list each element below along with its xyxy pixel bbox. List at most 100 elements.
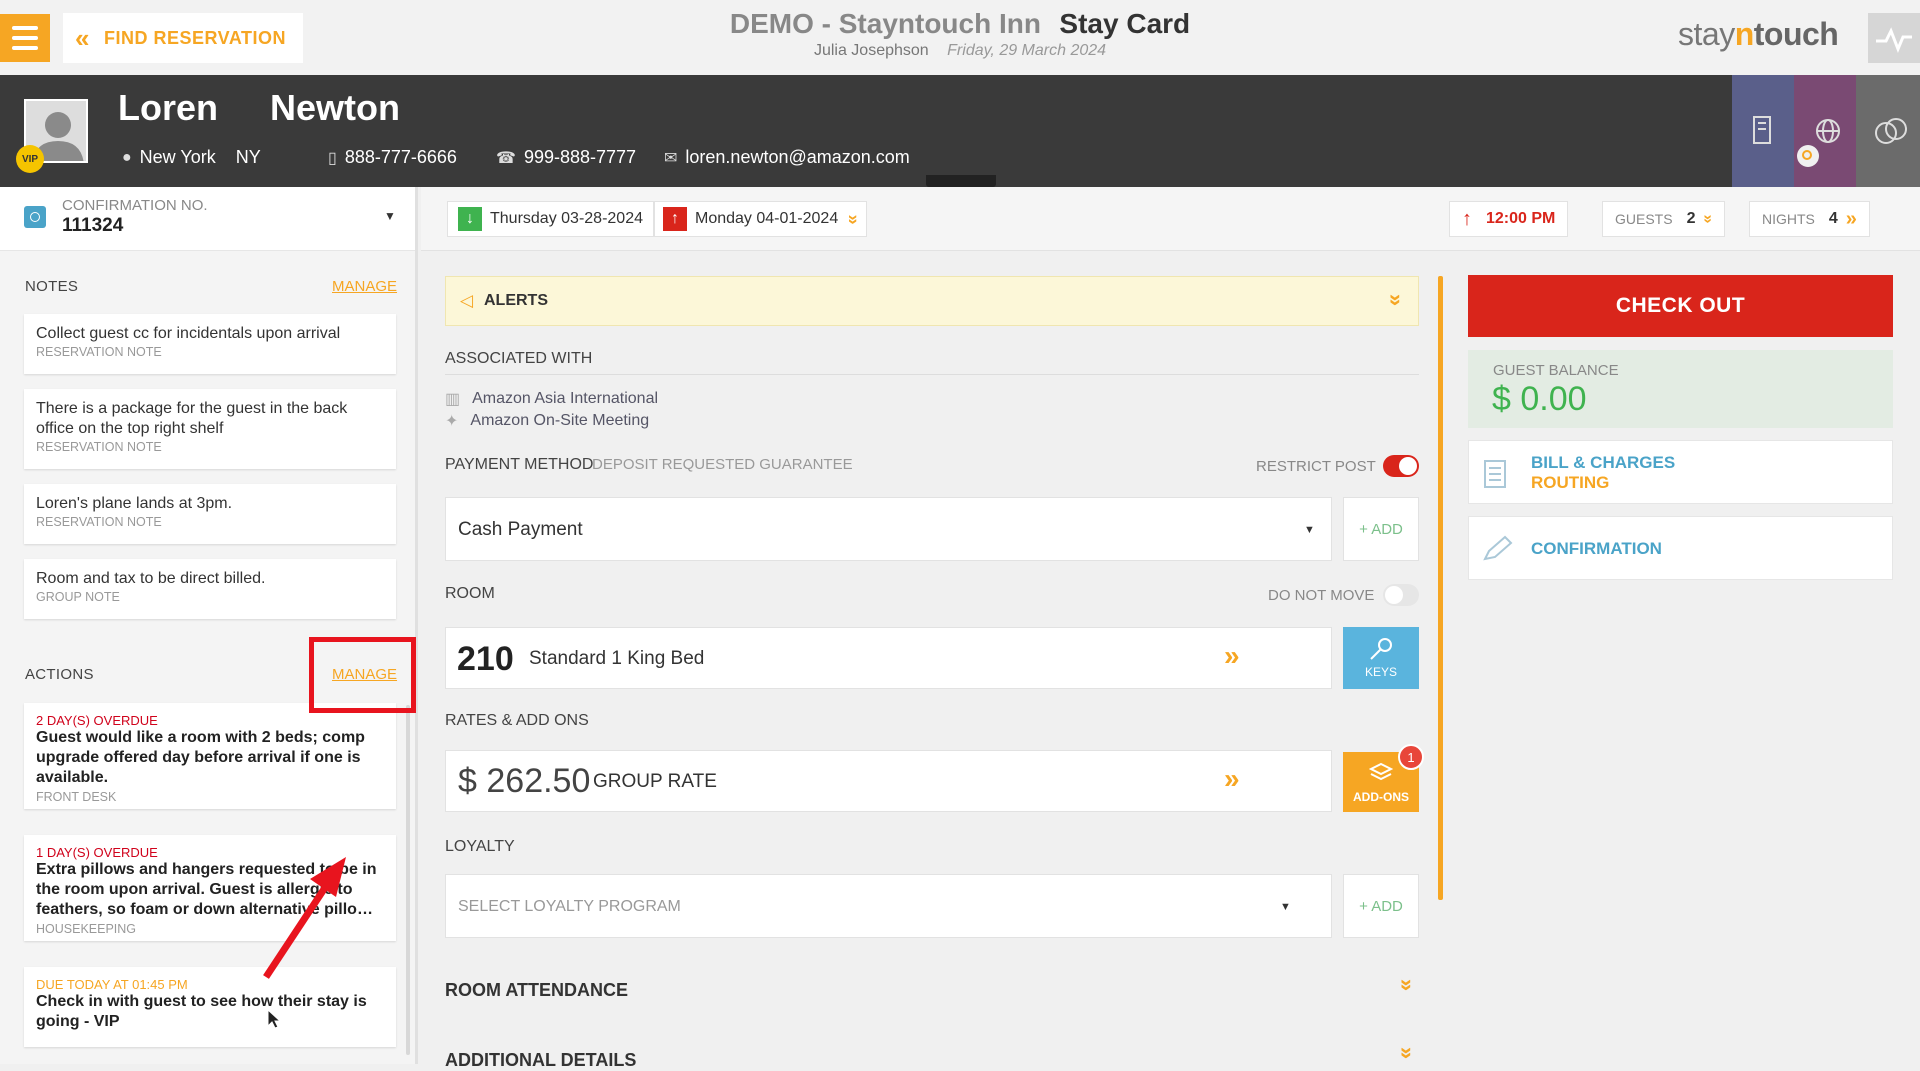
add-loyalty-button[interactable]: + ADD xyxy=(1343,874,1419,938)
guests-count[interactable]: GUESTS 2 » xyxy=(1602,201,1726,237)
globe-icon xyxy=(1797,119,1840,167)
rate-selector[interactable]: $ 262.50 GROUP RATE » xyxy=(445,750,1332,812)
actions-scrollbar[interactable] xyxy=(406,705,410,1055)
calculator-icon xyxy=(1484,460,1506,488)
add-payment-button[interactable]: + ADD xyxy=(1343,497,1419,561)
do-not-move-label: DO NOT MOVE xyxy=(1268,587,1375,604)
location-pin-icon: ● xyxy=(122,148,132,166)
header-collapse-handle[interactable] xyxy=(926,175,996,187)
arrival-date[interactable]: ↓ Thursday 03-28-2024 xyxy=(447,201,654,237)
room-forward-chevron-icon: » xyxy=(1224,640,1240,671)
guest-balance-label: GUEST BALANCE xyxy=(1493,362,1619,379)
notes-title: NOTES xyxy=(25,278,79,295)
payment-method-select[interactable]: Cash Payment ▼ xyxy=(445,497,1332,561)
building-icon-button[interactable] xyxy=(1732,75,1794,187)
alerts-label: ALERTS xyxy=(484,292,548,309)
guest-phone: ☎ 999-888-7777 xyxy=(496,147,637,167)
user-name: Julia Josephson xyxy=(813,42,929,59)
payment-method-label: PAYMENT METHOD xyxy=(445,456,594,473)
actions-title: ACTIONS xyxy=(25,666,94,683)
rates-label: RATES & ADD ONS xyxy=(445,712,589,729)
guest-mobile: ▯ 888-777-6666 xyxy=(328,147,457,167)
room-label: ROOM xyxy=(445,585,495,602)
menu-line xyxy=(12,46,38,50)
arrival-arrow-icon: ↓ xyxy=(458,207,482,231)
associated-group[interactable]: ✦ Amazon On-Site Meeting xyxy=(445,411,649,431)
divider xyxy=(445,374,1419,375)
guest-first-name[interactable]: Loren xyxy=(118,87,218,129)
stayntouch-logo: stayntouch xyxy=(1678,16,1839,52)
room-number: 210 xyxy=(457,640,514,678)
loyalty-label: LOYALTY xyxy=(445,838,515,855)
note-card[interactable]: Loren's plane lands at 3pm. RESERVATION … xyxy=(24,484,396,544)
guests-chevron-icon: » xyxy=(1699,214,1717,224)
note-card[interactable]: There is a package for the guest in the … xyxy=(24,389,396,469)
main-scrollbar[interactable] xyxy=(1438,276,1443,900)
left-panel: CONFIRMATION NO. 111324 ▼ NOTES MANAGE C… xyxy=(0,187,418,1064)
note-card[interactable]: Collect guest cc for incidentals upon ar… xyxy=(24,314,396,374)
envelope-icon: ✉ xyxy=(664,149,678,167)
additional-details-section[interactable]: ADDITIONAL DETAILS xyxy=(445,1050,636,1071)
building-icon xyxy=(1753,116,1771,144)
activity-button[interactable] xyxy=(1868,13,1920,63)
stack-icon xyxy=(1369,762,1393,781)
rate-name: GROUP RATE xyxy=(593,771,717,792)
hotel-name: DEMO - Stayntouch Inn xyxy=(729,8,1041,39)
menu-line xyxy=(12,26,38,30)
guest-email: ✉ loren.newton@amazon.com xyxy=(664,147,910,167)
rate-amount: $ 262.50 xyxy=(458,762,591,800)
pencil-icon xyxy=(1483,535,1513,561)
top-bar: « FIND RESERVATION DEMO - Stayntouch Inn… xyxy=(0,0,1920,75)
loyalty-select[interactable]: SELECT LOYALTY PROGRAM ▼ xyxy=(445,874,1332,938)
keys-button[interactable]: KEYS xyxy=(1343,627,1419,689)
restrict-post-toggle[interactable] xyxy=(1383,455,1419,477)
confirmation-number: 111324 xyxy=(62,215,124,236)
hamburger-menu-button[interactable] xyxy=(0,14,50,62)
annotation-arrow-icon xyxy=(263,857,346,979)
phone-icon: ☎ xyxy=(496,149,516,167)
find-reservation-button[interactable]: « FIND RESERVATION xyxy=(63,13,303,63)
departure-time[interactable]: ↑ 12:00 PM xyxy=(1449,201,1569,237)
addons-count-badge: 1 xyxy=(1398,744,1424,770)
do-not-move-toggle[interactable] xyxy=(1383,584,1419,606)
page-title-block: DEMO - Stayntouch Inn Stay Card Julia Jo… xyxy=(560,8,1360,60)
associated-label: ASSOCIATED WITH xyxy=(445,350,593,367)
alerts-expand-icon: » xyxy=(1384,293,1410,307)
notes-manage-link[interactable]: MANAGE xyxy=(332,278,397,295)
guest-state: NY xyxy=(235,147,261,167)
confirmation-link[interactable]: CONFIRMATION xyxy=(1468,516,1893,580)
room-selector[interactable]: 210 Standard 1 King Bed » xyxy=(445,627,1332,689)
rings-icon-button[interactable] xyxy=(1856,75,1920,187)
find-reservation-label: FIND RESERVATION xyxy=(103,27,286,48)
payment-method-sub: DEPOSIT REQUESTED GUARANTEE xyxy=(592,456,853,473)
double-chevron-left-icon: « xyxy=(75,22,90,53)
guest-last-name[interactable]: Newton xyxy=(270,87,400,129)
room-attendance-expand-icon[interactable]: » xyxy=(1394,979,1420,991)
guest-balance[interactable]: GUEST BALANCE $ 0.00 xyxy=(1468,350,1893,428)
dropdown-caret-icon: ▼ xyxy=(384,209,396,223)
alerts-bar[interactable]: ◁ ALERTS » xyxy=(445,276,1419,326)
confirmation-label: CONFIRMATION NO. xyxy=(62,197,208,214)
departure-arrow-icon: ↑ xyxy=(663,207,687,231)
bill-charges-routing-link[interactable]: BILL & CHARGES ROUTING xyxy=(1468,440,1893,504)
guest-location: ● New York NY xyxy=(122,147,261,168)
room-attendance-section[interactable]: ROOM ATTENDANCE xyxy=(445,980,628,1001)
bell-icon: ◁ xyxy=(460,291,474,310)
note-card[interactable]: Room and tax to be direct billed. GROUP … xyxy=(24,559,396,619)
guest-city: New York xyxy=(139,147,216,167)
room-type: Standard 1 King Bed xyxy=(529,648,705,669)
globe-icon-button[interactable] xyxy=(1794,75,1856,187)
additional-details-expand-icon[interactable]: » xyxy=(1394,1047,1420,1059)
vip-badge: VIP xyxy=(16,145,44,173)
group-icon: ✦ xyxy=(445,413,459,430)
menu-line xyxy=(12,36,38,40)
dropdown-caret-icon: ▼ xyxy=(1304,524,1315,536)
confirmation-label: CONFIRMATION xyxy=(1531,539,1662,558)
confirmation-selector[interactable]: CONFIRMATION NO. 111324 ▼ xyxy=(0,187,415,251)
departure-date[interactable]: ↑ Monday 04-01-2024 » xyxy=(654,201,868,237)
check-out-button[interactable]: CHECK OUT xyxy=(1468,275,1893,337)
rings-icon xyxy=(1875,118,1907,144)
nights-count[interactable]: NIGHTS 4 » xyxy=(1749,201,1870,237)
associated-company[interactable]: ▥ Amazon Asia International xyxy=(445,389,658,409)
routing-label: ROUTING xyxy=(1531,473,1610,492)
